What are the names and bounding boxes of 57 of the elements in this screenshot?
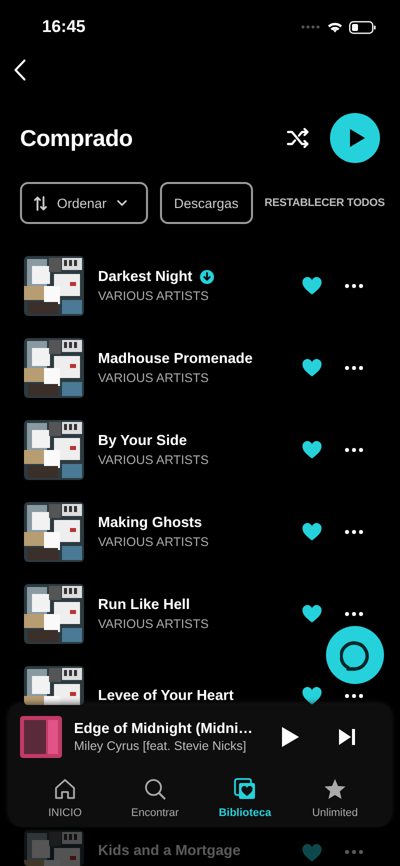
more-icon[interactable]	[345, 366, 363, 370]
album-cover[interactable]	[20, 716, 62, 758]
downloads-filter-chip[interactable]: Descargas	[160, 182, 253, 224]
album-art[interactable]	[24, 338, 84, 398]
nav-tab[interactable]: Encontrar	[110, 777, 200, 819]
track-title[interactable]: Darkest Night	[98, 269, 192, 285]
more-icon[interactable]	[345, 448, 363, 452]
now-playing-artist: Miley Cyrus [feat. Stevie Nicks]	[74, 739, 248, 753]
search-icon	[143, 777, 167, 801]
album-art[interactable]	[24, 584, 84, 644]
play-icon[interactable]	[280, 726, 300, 748]
track-title[interactable]: Madhouse Promenade	[98, 351, 253, 367]
battery-icon	[349, 20, 376, 34]
page-title: Comprado	[20, 124, 133, 152]
track-title[interactable]: Levee of Your Heart	[98, 688, 234, 704]
album-art[interactable]	[24, 256, 84, 316]
reset-all-link[interactable]: RESTABLECER TODOS	[264, 197, 385, 209]
ring-icon	[340, 639, 370, 671]
heart-icon[interactable]	[302, 605, 322, 623]
now-playing-title[interactable]: Edge of Midnight (Midni…	[74, 721, 280, 737]
artist-name: VARIOUS ARTISTS	[98, 535, 210, 549]
library-icon	[233, 777, 257, 801]
sort-arrows-icon	[34, 196, 47, 210]
track-title[interactable]: Making Ghosts	[98, 515, 202, 531]
sort-button[interactable]: Ordenar	[20, 182, 148, 224]
more-icon[interactable]	[345, 612, 363, 616]
nav-tab[interactable]: Unlimited	[290, 777, 380, 819]
more-icon[interactable]	[345, 694, 363, 698]
track-title[interactable]: Run Like Hell	[98, 597, 190, 613]
chevron-down-icon	[116, 200, 127, 206]
star-icon	[323, 777, 347, 801]
nav-tab[interactable]: Biblioteca	[200, 777, 290, 819]
heart-icon[interactable]	[302, 523, 322, 541]
heart-icon[interactable]	[302, 359, 322, 377]
heart-icon[interactable]	[302, 277, 322, 295]
signal-dots-icon	[301, 25, 321, 29]
artist-name: VARIOUS ARTISTS	[98, 617, 210, 631]
album-art[interactable]	[24, 666, 84, 705]
status-time: 16:45	[42, 16, 86, 36]
play-button[interactable]	[330, 113, 380, 163]
artist-name: VARIOUS ARTISTS	[98, 453, 210, 467]
album-art[interactable]	[24, 502, 84, 562]
play-icon	[348, 128, 366, 148]
heart-icon[interactable]	[302, 687, 322, 705]
more-icon[interactable]	[345, 530, 363, 534]
track-title[interactable]: By Your Side	[98, 433, 187, 449]
shuffle-icon[interactable]	[286, 128, 310, 148]
heart-icon[interactable]	[302, 441, 322, 459]
skip-next-icon[interactable]	[338, 728, 356, 746]
artist-name: VARIOUS ARTISTS	[98, 289, 210, 303]
nav-tab[interactable]: INICIO	[20, 777, 110, 819]
home-icon	[53, 777, 77, 801]
more-icon[interactable]	[345, 284, 363, 288]
back-icon[interactable]	[14, 59, 26, 81]
wifi-icon	[327, 21, 343, 33]
artist-name: VARIOUS ARTISTS	[98, 371, 210, 385]
album-art[interactable]	[24, 420, 84, 480]
